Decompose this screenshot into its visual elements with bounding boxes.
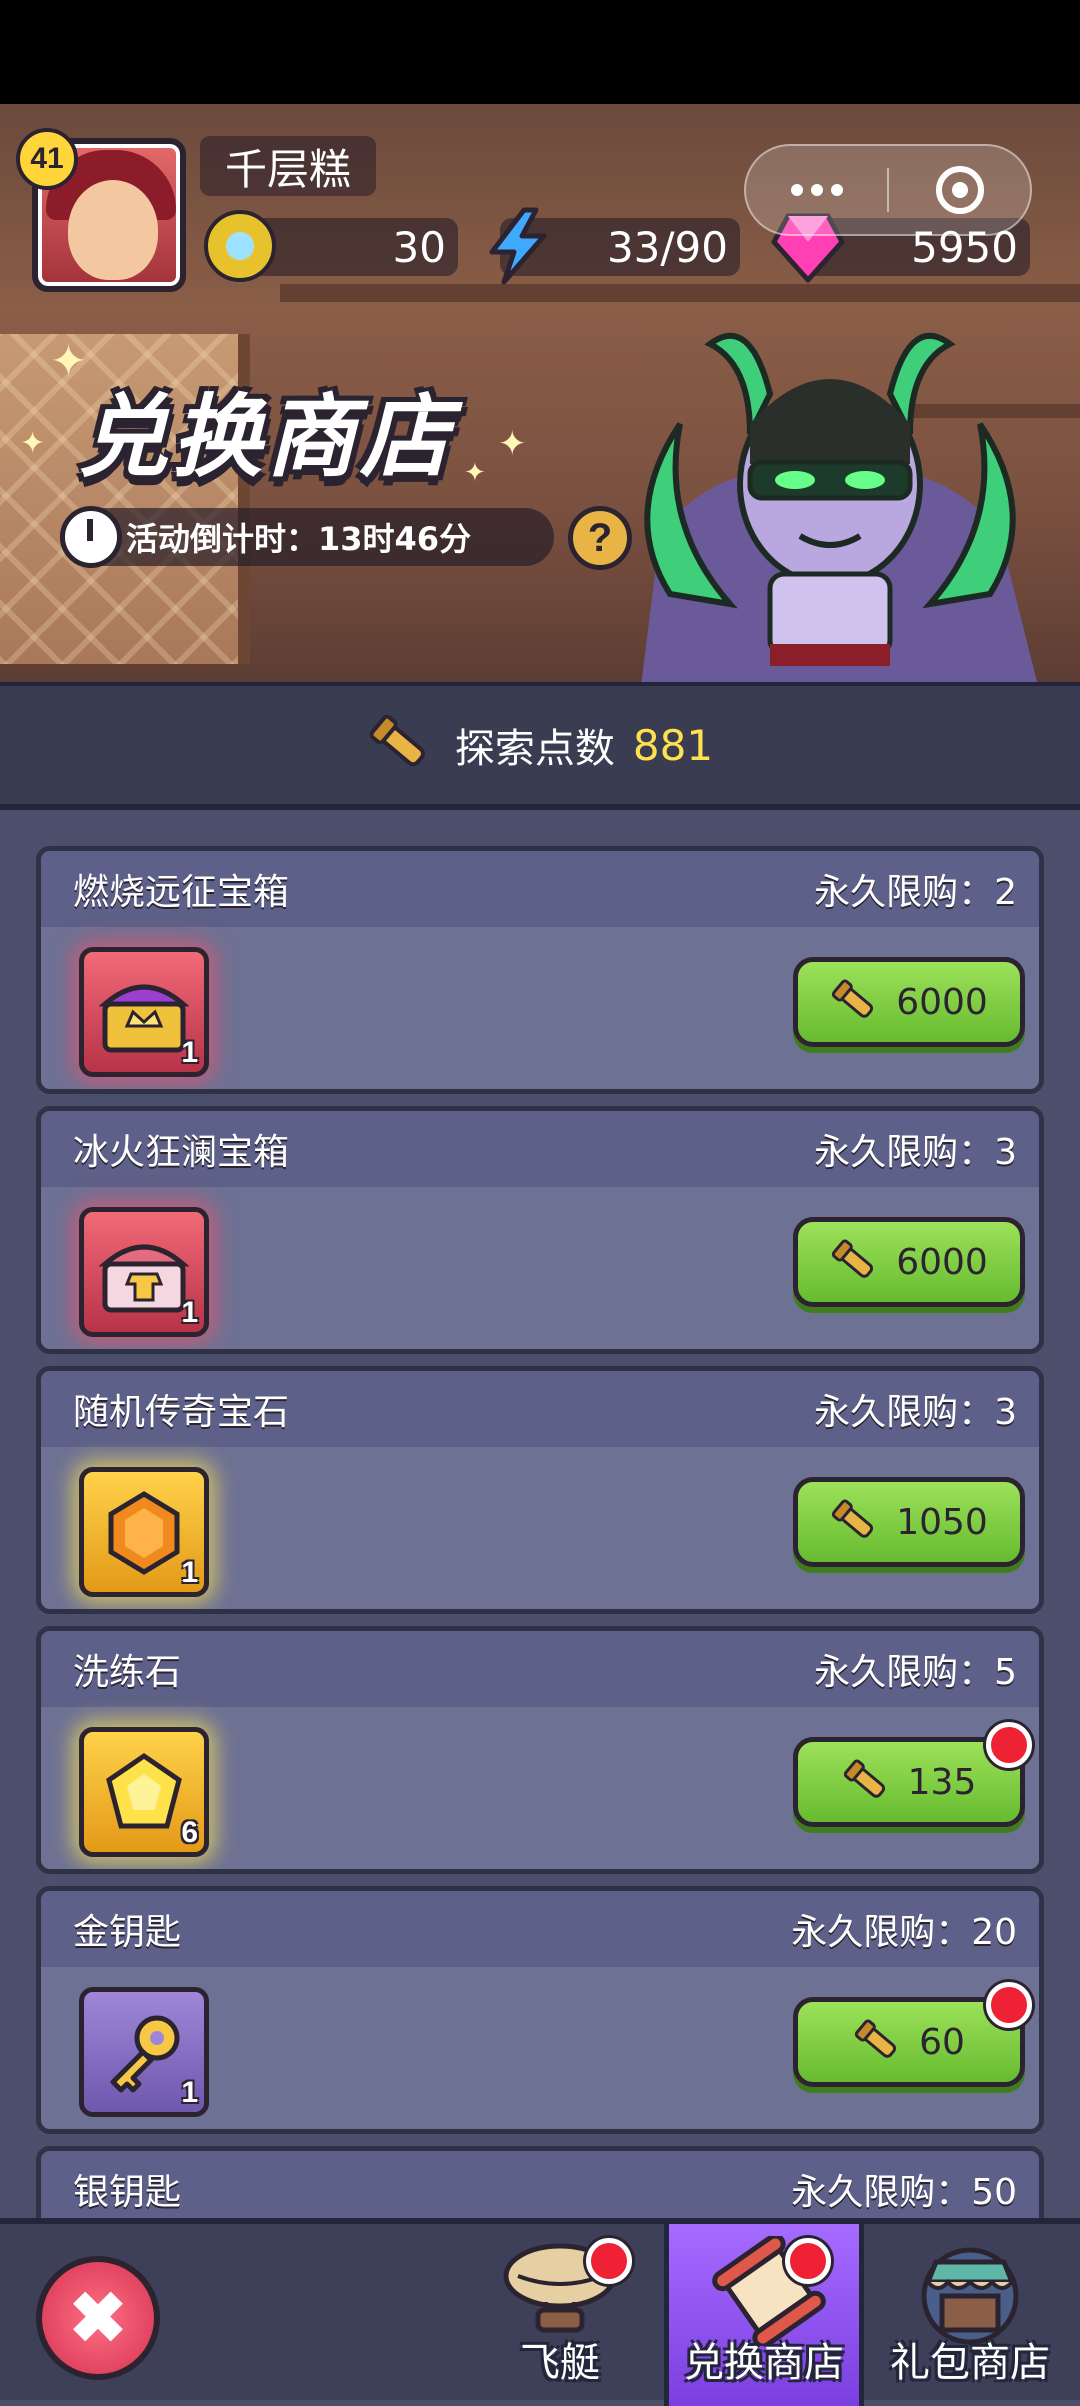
price-label: 135 [907, 1761, 977, 1803]
item-slot[interactable]: 6 [79, 1727, 209, 1857]
spyglass-icon [832, 1239, 874, 1278]
page-title: 兑换商店 [78, 385, 454, 490]
close-icon: ✖ [68, 2279, 128, 2357]
spyglass-icon [369, 714, 425, 767]
purchase-limit: 永久限购：20 [791, 1912, 1017, 1953]
item-quantity: 6 [181, 1816, 198, 1849]
list-item: 随机传奇宝石 永久限购：3 1 1050 [36, 1366, 1044, 1614]
notification-dot [785, 2238, 831, 2284]
bottom-nav: ✖ 飞艇 兑换商店 礼包商店 [0, 2218, 1080, 2406]
orange-gem-icon [108, 1491, 180, 1575]
list-item: 冰火狂澜宝箱 永久限购：3 1 6000 [36, 1106, 1044, 1354]
status-bar [0, 0, 1080, 104]
item-name: 银钥匙 [73, 2172, 182, 2213]
sparkle-icon: ✦ [498, 424, 527, 464]
notification-dot [986, 1982, 1032, 2028]
tab-label: 飞艇 [520, 2340, 600, 2386]
chest-armor-icon [99, 1244, 189, 1313]
chest-crown-icon [99, 984, 189, 1053]
item-name: 随机传奇宝石 [73, 1392, 290, 1433]
level-badge: 41 [16, 128, 78, 190]
item-quantity: 1 [181, 2076, 198, 2109]
tab-airship[interactable]: 飞艇 [460, 2224, 660, 2406]
more-icon[interactable] [746, 184, 887, 196]
gold-key-icon [110, 2015, 180, 2093]
price-label: 1050 [896, 1501, 988, 1543]
item-slot[interactable]: 1 [79, 947, 209, 1077]
item-name: 燃烧远征宝箱 [73, 872, 290, 913]
player-name: 千层糕 [200, 136, 376, 196]
buy-button[interactable]: 1050 [793, 1477, 1025, 1567]
notification-dot [986, 1722, 1032, 1768]
price-label: 6000 [896, 981, 988, 1023]
item-slot[interactable]: 1 [79, 1207, 209, 1337]
points-value: 881 [632, 720, 714, 770]
item-name: 金钥匙 [73, 1912, 182, 1953]
exploration-points-bar: 探索点数 881 [0, 682, 1080, 810]
spyglass-icon [832, 1499, 874, 1538]
list-item: 洗练石 永久限购：5 6 135 [36, 1626, 1044, 1874]
clock-icon [60, 506, 122, 568]
item-slot[interactable]: 1 [79, 1467, 209, 1597]
event-countdown: 活动倒计时：13时46分 [60, 508, 554, 566]
price-label: 6000 [896, 1241, 988, 1283]
yellow-stone-icon [106, 1752, 182, 1829]
spyglass-icon [832, 979, 874, 1018]
close-miniprogram-icon[interactable] [889, 166, 1030, 214]
demon-hunter-character [641, 332, 1037, 682]
list-item: 燃烧远征宝箱 永久限购：2 1 6000 [36, 846, 1044, 1094]
shop-header: 41 千层糕 30 33/90 5950 ✦ ✦ ✦ ✦ 兑换商店 活动倒计时：… [0, 104, 1080, 682]
close-button[interactable]: ✖ [36, 2256, 160, 2380]
tab-gift-shop[interactable]: 礼包商店 [870, 2224, 1070, 2406]
item-quantity: 1 [181, 1036, 198, 1069]
item-name: 洗练石 [73, 1652, 182, 1693]
spyglass-icon [854, 2019, 897, 2058]
item-slot[interactable]: 1 [79, 1987, 209, 2117]
tab-label: 礼包商店 [890, 2340, 1050, 2386]
item-quantity: 1 [181, 1296, 198, 1329]
item-quantity: 1 [181, 1556, 198, 1589]
exchange-item-list[interactable]: 燃烧远征宝箱 永久限购：2 1 6000 冰火狂澜宝箱 永久限购：3 1 600… [0, 810, 1080, 2218]
list-item: 银钥匙 永久限购：50 [36, 2146, 1044, 2218]
buy-button[interactable]: 60 [793, 1982, 1032, 2087]
mini-program-capsule [744, 144, 1032, 236]
list-item: 金钥匙 永久限购：20 1 60 [36, 1886, 1044, 2134]
points-label: 探索点数 [454, 726, 615, 772]
buy-button[interactable]: 6000 [793, 1217, 1025, 1307]
sparkle-icon: ✦ [20, 426, 46, 461]
purchase-limit: 永久限购：3 [814, 1392, 1017, 1433]
lightning-icon [478, 206, 558, 286]
item-name: 冰火狂澜宝箱 [73, 1132, 290, 1173]
purchase-limit: 永久限购：5 [814, 1652, 1017, 1693]
coin-icon [200, 206, 280, 286]
buy-button[interactable]: 135 [793, 1722, 1032, 1827]
tab-label: 兑换商店 [684, 2340, 844, 2386]
buy-button[interactable]: 6000 [793, 957, 1025, 1047]
notification-dot [586, 2238, 632, 2284]
price-label: 60 [919, 2021, 965, 2063]
sparkle-icon: ✦ [464, 458, 486, 488]
purchase-limit: 永久限购：3 [814, 1132, 1017, 1173]
tab-exchange-shop[interactable]: 兑换商店 [664, 2224, 864, 2406]
spyglass-icon [843, 1759, 885, 1798]
purchase-limit: 永久限购：50 [791, 2172, 1017, 2213]
purchase-limit: 永久限购：2 [814, 872, 1017, 913]
